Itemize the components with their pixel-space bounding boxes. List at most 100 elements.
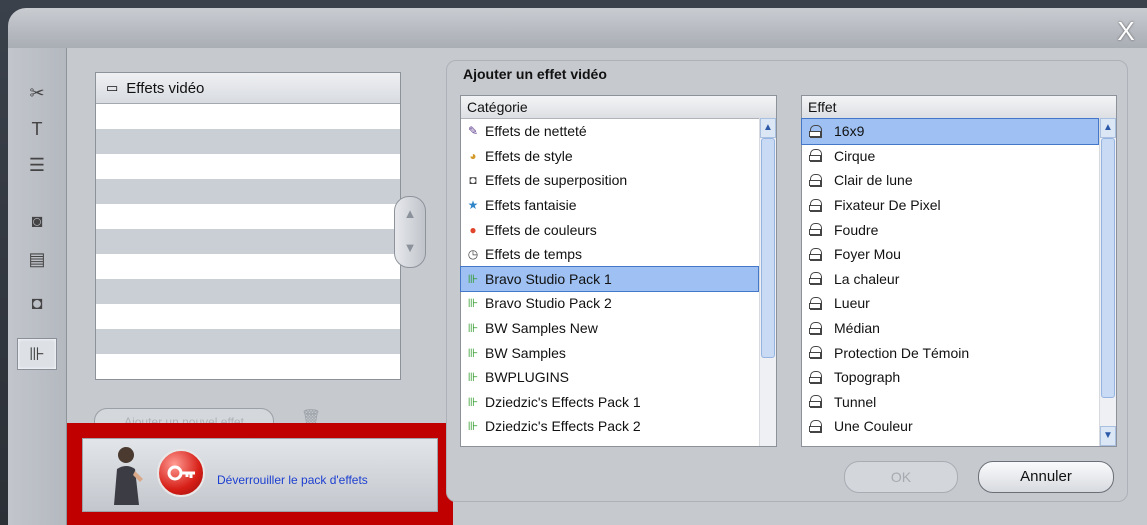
effect-item[interactable]: Une Couleur (802, 414, 1098, 439)
close-button[interactable]: X (1111, 16, 1141, 46)
plugin-icon: ⊪ (467, 419, 479, 434)
category-label: Effets de couleurs (485, 221, 597, 238)
cancel-button[interactable]: Annuler (978, 461, 1114, 493)
video-effects-title: Effets vidéo (126, 79, 205, 97)
effect-item[interactable]: Topograph (802, 365, 1098, 390)
category-item[interactable]: ◕ Effets de style (461, 144, 758, 169)
lock-icon (809, 296, 822, 310)
title-icon[interactable]: T (18, 114, 56, 144)
video-effects-header: ▭ Effets vidéo (96, 73, 400, 104)
menu-icon[interactable]: ☰ (18, 150, 56, 180)
camera-icon[interactable]: ◙ (18, 206, 56, 236)
plugin-icon[interactable]: ⊪ (17, 338, 57, 370)
category-label: BW Samples New (485, 320, 598, 337)
category-listbox[interactable]: Catégorie ✎ Effets de netteté ◕ Effets de s… (460, 95, 777, 447)
category-item[interactable]: ★ Effets fantaisie (461, 193, 758, 218)
effect-label: Protection De Témoin (834, 344, 970, 361)
effect-item[interactable]: La chaleur (802, 267, 1098, 292)
effect-item[interactable]: 16x9 (801, 118, 1099, 145)
category-label: Effets de temps (485, 246, 583, 263)
category-item[interactable]: ⊪ BW Samples New (461, 316, 758, 341)
scroll-up-icon[interactable]: ▲ (1100, 118, 1116, 138)
effect-label: La chaleur (834, 270, 900, 287)
effect-label: Clair de lune (834, 172, 913, 189)
key-icon (157, 449, 205, 497)
category-item[interactable]: ⊪ Bravo Studio Pack 2 (461, 291, 758, 316)
scroll-thumb[interactable] (761, 138, 775, 358)
effect-item[interactable]: Médian (802, 316, 1098, 341)
clock-icon: ◷ (467, 247, 479, 262)
category-label: Dziedzic's Effects Pack 2 (485, 418, 641, 435)
category-item[interactable]: ◷ Effets de temps (461, 242, 758, 267)
category-item[interactable]: ⊪ Bravo Studio Pack 1 (460, 265, 759, 293)
effect-listbox[interactable]: Effet 16x9 Cirque Clair de lune Fixateur De… (801, 95, 1117, 447)
effect-item[interactable]: Clair de lune (802, 168, 1098, 193)
category-label: Bravo Studio Pack 1 (485, 270, 612, 287)
lock-icon (809, 173, 822, 187)
effect-scrollbar[interactable]: ▲ ▼ (1099, 118, 1116, 446)
plugin-icon: ⊪ (467, 296, 479, 311)
effect-item[interactable]: Cirque (802, 144, 1098, 169)
effect-label: Topograph (834, 369, 901, 386)
category-label: Effets de netteté (485, 123, 587, 140)
effect-item[interactable]: Lueur (802, 291, 1098, 316)
category-label: Effets de style (485, 147, 573, 164)
category-header: Catégorie (461, 96, 776, 119)
plugin-icon: ⊪ (467, 370, 479, 385)
lock-icon (809, 149, 822, 163)
scroll-up-icon[interactable]: ▲ (760, 118, 776, 138)
effect-label: Une Couleur (834, 418, 913, 435)
scroll-up-icon[interactable]: ▲ (395, 197, 425, 231)
title-bar: X (8, 8, 1147, 48)
effect-item[interactable]: Foyer Mou (802, 242, 1098, 267)
unlock-pack-button[interactable]: Déverrouiller le pack d'effets (82, 438, 438, 512)
effect-item[interactable]: Tunnel (802, 390, 1098, 415)
category-item[interactable]: ⊪ Dziedzic's Effects Pack 1 (461, 390, 758, 415)
star-icon: ★ (467, 198, 479, 213)
category-label: Effets fantaisie (485, 197, 577, 214)
lock-icon (809, 124, 822, 138)
effect-header: Effet (802, 96, 1116, 119)
lock-icon (809, 395, 822, 409)
effect-item[interactable]: Foudre (802, 217, 1098, 242)
ok-button[interactable]: OK (844, 461, 958, 493)
overlay-icon[interactable]: ◘ (18, 288, 56, 318)
category-item[interactable]: ● Effets de couleurs (461, 217, 758, 242)
effect-item[interactable]: Fixateur De Pixel (802, 193, 1098, 218)
effect-label: 16x9 (834, 123, 865, 140)
color-wheel-icon: ● (469, 222, 477, 237)
app-window: X ✂ T ☰ ◙ ▤ ◘ ⊪ ▭ Effets vidéo ▲ ▼ Ajout… (0, 0, 1147, 525)
brush-icon: ✎ (467, 124, 479, 139)
person-icon (114, 447, 143, 505)
plugin-icon: ⊪ (467, 345, 479, 360)
category-label: Bravo Studio Pack 2 (485, 295, 612, 312)
scissors-icon[interactable]: ✂ (18, 78, 56, 108)
category-item[interactable]: ⊪ BWPLUGINS (461, 365, 758, 390)
list-scroll-buttons: ▲ ▼ (394, 196, 426, 268)
scroll-down-icon[interactable]: ▼ (395, 231, 425, 265)
category-scrollbar[interactable]: ▲ (759, 118, 776, 446)
lock-icon (809, 321, 822, 335)
effect-label: Cirque (834, 147, 876, 164)
lock-icon (809, 419, 822, 433)
effect-label: Fixateur De Pixel (834, 197, 941, 214)
category-item[interactable]: ✎ Effets de netteté (461, 119, 758, 144)
clapper-icon[interactable]: ▤ (18, 244, 56, 274)
effect-item[interactable]: Protection De Témoin (802, 340, 1098, 365)
effect-label: Lueur (834, 295, 870, 312)
category-label: Effets de superposition (485, 172, 628, 189)
category-label: BWPLUGINS (485, 369, 570, 386)
category-item[interactable]: ⊪ BW Samples (461, 340, 758, 365)
plugin-icon: ⊪ (467, 271, 479, 286)
effect-label: Foyer Mou (834, 246, 901, 263)
effect-label: Foudre (834, 221, 879, 238)
effect-label: Tunnel (834, 393, 877, 410)
scroll-thumb[interactable] (1101, 138, 1115, 398)
tool-sidebar: ✂ T ☰ ◙ ▤ ◘ ⊪ (8, 48, 67, 525)
category-item[interactable]: ⊪ Dziedzic's Effects Pack 2 (461, 414, 758, 439)
video-effects-list[interactable]: ▭ Effets vidéo (95, 72, 401, 380)
scroll-down-icon[interactable]: ▼ (1100, 426, 1116, 446)
panel-title: Ajouter un effet vidéo (463, 66, 607, 82)
category-item[interactable]: ◘ Effets de superposition (461, 168, 758, 193)
palette-icon: ◕ (469, 148, 477, 163)
